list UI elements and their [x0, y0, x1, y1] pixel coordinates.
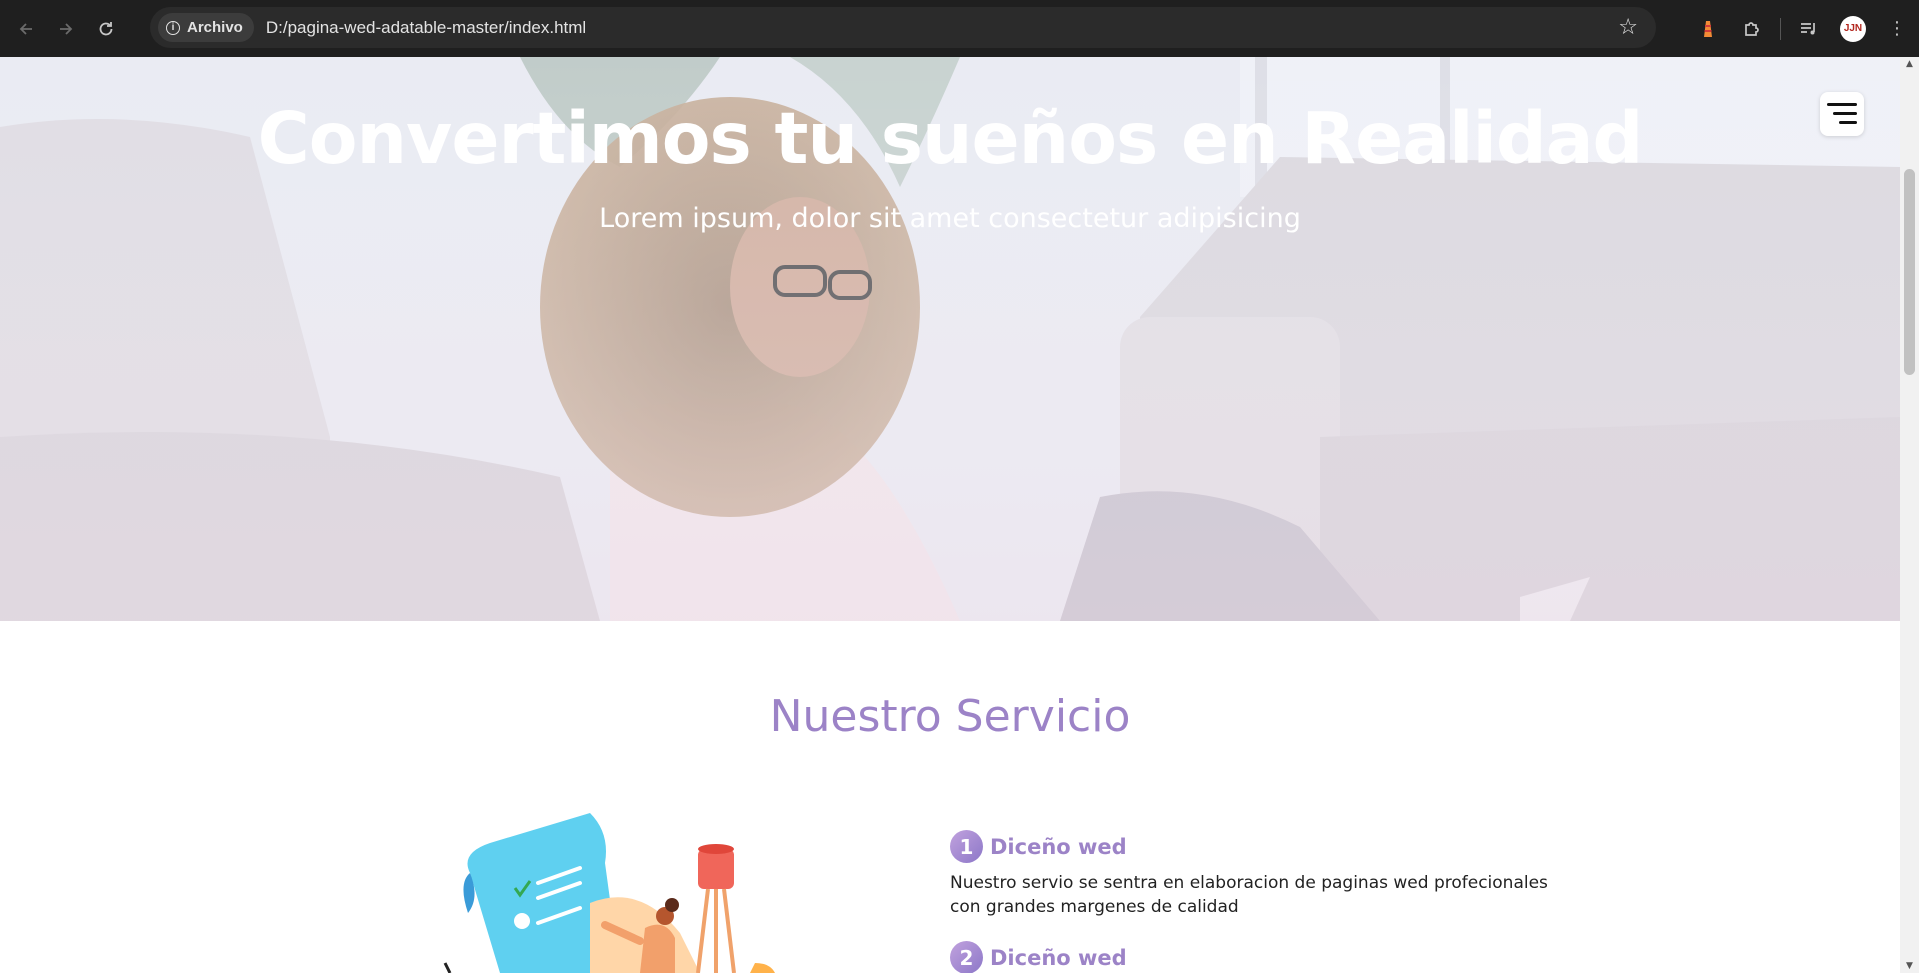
menu-line-icon: [1827, 103, 1857, 106]
url-text[interactable]: D:/pagina-wed-adatable-master/index.html: [266, 18, 586, 38]
reload-icon[interactable]: [92, 15, 120, 43]
extensions-puzzle-icon[interactable]: [1730, 19, 1774, 39]
page-scrollbar[interactable]: ▲ ▼: [1900, 57, 1919, 973]
service-description: Nuestro servio se sentra en elaboracion …: [950, 873, 1548, 917]
scroll-up-arrow-icon[interactable]: ▲: [1904, 59, 1915, 69]
hero-title: Convertimos tu sueños en Realidad: [257, 97, 1644, 180]
extension-lighthouse-icon[interactable]: [1686, 19, 1730, 39]
site-info-label: Archivo: [187, 19, 243, 36]
browser-toolbar: i Archivo D:/pagina-wed-adatable-master/…: [0, 0, 1919, 57]
scroll-down-arrow-icon[interactable]: ▼: [1904, 961, 1915, 971]
bookmark-star-icon[interactable]: ☆: [1618, 15, 1638, 40]
service-title: Diceño wed: [990, 945, 1127, 970]
avatar: JJN: [1840, 15, 1866, 42]
services-illustration: [443, 813, 775, 973]
hero-banner: Convertimos tu sueños en Realidad Lorem …: [0, 57, 1900, 621]
services-title: Nuestro Servicio: [769, 691, 1131, 742]
hamburger-menu-button[interactable]: [1820, 92, 1864, 136]
page-viewport: Convertimos tu sueños en Realidad Lorem …: [0, 57, 1900, 973]
menu-line-icon: [1833, 112, 1857, 115]
hero-subtitle: Lorem ipsum, dolor sit amet consectetur …: [599, 203, 1301, 234]
service-title: Diceño wed: [990, 834, 1127, 859]
toolbar-icons: JJN ⋮: [1686, 0, 1919, 57]
profile-avatar[interactable]: JJN: [1831, 15, 1875, 42]
menu-line-icon: [1839, 121, 1857, 124]
scroll-thumb[interactable]: [1904, 169, 1915, 375]
kebab-menu-icon[interactable]: ⋮: [1875, 18, 1919, 39]
service-item-2: 2 Diceño wed: [950, 941, 1127, 973]
service-number-badge: 1: [950, 830, 983, 863]
site-info-chip[interactable]: i Archivo: [158, 13, 254, 42]
back-arrow-icon[interactable]: [12, 15, 40, 43]
info-icon: i: [166, 20, 180, 35]
media-queue-icon[interactable]: [1787, 20, 1831, 38]
forward-arrow-icon[interactable]: [52, 15, 80, 43]
service-header: 1 Diceño wed: [950, 830, 1550, 863]
service-item-1: 1 Diceño wed Nuestro servio se sentra en…: [950, 830, 1550, 919]
service-number-badge: 2: [950, 941, 983, 973]
service-header: 2 Diceño wed: [950, 941, 1127, 973]
toolbar-separator: [1780, 17, 1781, 40]
address-bar[interactable]: i Archivo D:/pagina-wed-adatable-master/…: [150, 7, 1656, 48]
